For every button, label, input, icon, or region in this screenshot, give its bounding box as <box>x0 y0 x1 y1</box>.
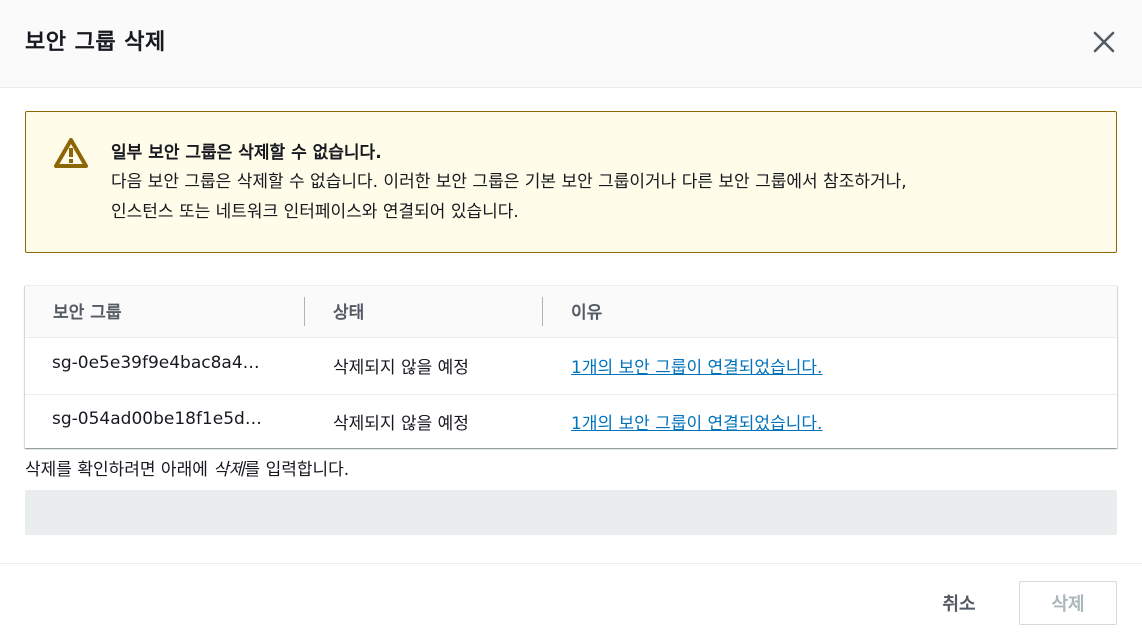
table-row: sg-0e5e39f9e4bac8a4… 삭제되지 않을 예정 1개의 보안 그… <box>25 339 1117 394</box>
cancel-button[interactable]: 취소 <box>920 582 998 624</box>
table-header: 보안 그룹 상태 이유 <box>25 286 1117 338</box>
alert-title: 일부 보안 그룹은 삭제할 수 없습니다. <box>111 143 382 163</box>
delete-confirm-input[interactable] <box>25 490 1117 535</box>
status-text: 삭제되지 않을 예정 <box>333 358 469 378</box>
warning-alert: 일부 보안 그룹은 삭제할 수 없습니다. 다음 보안 그룹은 삭제할 수 없습… <box>25 111 1117 253</box>
column-header-reason[interactable]: 이유 <box>571 298 602 323</box>
security-group-id: sg-0e5e39f9e4bac8a4… <box>52 353 260 373</box>
security-group-id: sg-054ad00be18f1e5d… <box>52 409 262 429</box>
column-header-security-group[interactable]: 보안 그룹 <box>53 298 121 323</box>
reason-link[interactable]: 1개의 보안 그룹이 연결되었습니다. <box>571 353 822 378</box>
modal-header: 보안 그룹 삭제 <box>0 0 1142 88</box>
confirm-suffix: 를 입력합니다. <box>244 460 350 480</box>
delete-security-group-modal: 보안 그룹 삭제 일부 보안 그룹은 삭제할 수 없습니다. 다음 보안 그룹은… <box>0 0 1142 641</box>
delete-button[interactable]: 삭제 <box>1019 581 1117 625</box>
close-icon <box>1093 31 1115 53</box>
column-header-status[interactable]: 상태 <box>333 298 364 323</box>
security-group-table: 보안 그룹 상태 이유 sg-0e5e39f9e4bac8a4… 삭제되지 않을… <box>25 285 1117 448</box>
status-text: 삭제되지 않을 예정 <box>333 414 469 434</box>
table-row: sg-054ad00be18f1e5d… 삭제되지 않을 예정 1개의 보안 그… <box>25 394 1117 449</box>
confirm-prefix: 삭제를 확인하려면 아래에 <box>25 460 214 480</box>
modal-title: 보안 그룹 삭제 <box>25 30 166 55</box>
column-resizer[interactable] <box>542 297 543 326</box>
confirm-keyword: 삭제 <box>213 460 245 480</box>
alert-message-line: 다음 보안 그룹은 삭제할 수 없습니다. 이러한 보안 그룹은 기본 보안 그… <box>111 172 907 192</box>
warning-icon <box>54 138 88 168</box>
footer-divider <box>0 563 1142 564</box>
column-resizer[interactable] <box>304 297 305 326</box>
reason-link[interactable]: 1개의 보안 그룹이 연결되었습니다. <box>571 409 822 434</box>
alert-message-line: 인스턴스 또는 네트워크 인터페이스와 연결되어 있습니다. <box>111 202 519 222</box>
confirm-instruction: 삭제를 확인하려면 아래에 삭제를 입력합니다. <box>25 455 349 480</box>
close-button[interactable] <box>1088 26 1120 58</box>
alert-message: 다음 보안 그룹은 삭제할 수 없습니다. 이러한 보안 그룹은 기본 보안 그… <box>111 167 1101 227</box>
